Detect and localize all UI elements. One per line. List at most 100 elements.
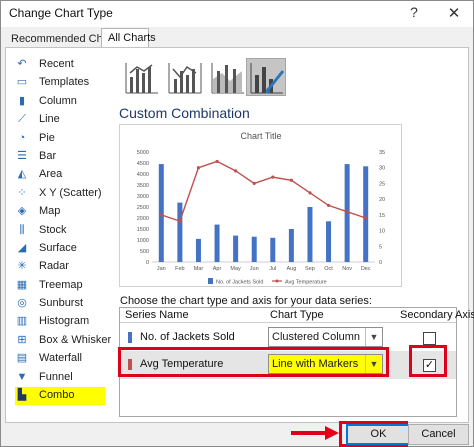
chart-title: Chart Title [240,131,281,141]
y-left-tick-label: 2000 [137,216,149,222]
sidebar-item-histogram[interactable]: ▥ Histogram [11,313,107,331]
sidebar-item-label: Area [39,168,63,181]
area-chart-icon: ◭ [17,168,27,181]
pie-chart-icon: ◔ [18,131,26,144]
sidebar-item-bar[interactable]: ☰ Bar [11,148,107,166]
annotation-row-highlight [118,347,389,377]
sidebar-item-label: Recent [39,58,74,70]
sidebar-item-funnel[interactable]: ▼ Funnel [11,369,107,387]
chart-type-value: Clustered Column [272,331,361,343]
subtype-stacked-area-column[interactable] [207,58,247,96]
bar-jackets-apr [214,224,220,262]
y-left-tick-label: 3000 [137,194,149,200]
sidebar-item-templates[interactable]: ▭ Templates [11,74,107,92]
sidebar-item-label: Bar [39,149,57,162]
chevron-down-icon[interactable]: ▼ [365,328,382,346]
sidebar-item-label: Combo [39,389,75,402]
y-left-tick-label: 3500 [137,183,149,189]
sidebar-item-label: Line [39,113,60,126]
point-temperature-sep [308,191,312,195]
stock-chart-icon: ⫼ [19,223,25,236]
x-tick-label: Mar [194,266,204,272]
y-right-tick-label: 25 [379,181,385,187]
scatter-chart-icon: ⁘ [17,186,27,199]
title-bar: Change Chart Type ? ✕ [1,1,473,27]
help-button[interactable]: ? [403,4,425,24]
subtype-column-line-secondary[interactable] [164,58,204,96]
dialog-title: Change Chart Type [9,6,113,20]
point-temperature-may [234,169,238,173]
point-temperature-jun [252,181,256,186]
point-temperature-apr [215,159,219,164]
secondary-axis-checkbox-jackets[interactable] [423,332,436,345]
x-tick-label: May [230,266,241,272]
combo-subtype-2-icon [168,63,202,94]
sidebar-item-label: Surface [39,241,77,254]
series-name-jackets: No. of Jackets Sold [140,331,235,343]
radar-chart-icon: ✳ [17,260,27,273]
chart-category-list: ↶ Recent ▭ Templates ▮ Column ⟋ Line ◔ Pie ☰ Bar ◭ Ar… [11,56,111,406]
sidebar-item-label: Radar [39,260,69,273]
sidebar-item-treemap[interactable]: ▦ Treemap [11,277,107,295]
subtype-clustered-column-line[interactable] [121,58,161,96]
sidebar-item-stock[interactable]: ⫼ Stock [11,222,107,240]
bar-jackets-feb [177,202,183,262]
y-right-tick-label: 35 [379,150,385,156]
legend-label-jackets: No. of Jackets Sold [216,280,263,286]
sidebar-item-combo[interactable]: ▙ Combo [15,387,105,406]
y-left-tick-label: 2500 [137,205,149,211]
subtype-custom-combination[interactable] [246,58,286,96]
close-button[interactable]: ✕ [441,4,467,24]
y-right-tick-label: 20 [379,197,385,203]
point-temperature-mar [196,166,201,170]
sidebar-item-radar[interactable]: ✳ Radar [11,258,107,276]
sidebar-item-label: Waterfall [39,352,82,365]
series-color-swatch [128,332,132,343]
y-left-tick-label: 1000 [137,238,149,244]
box-whisker-chart-icon: ⊞ [17,333,27,346]
sidebar-item-area[interactable]: ◭ Area [11,166,107,184]
sidebar-item-waterfall[interactable]: ▤ Waterfall [11,350,107,368]
y-left-tick-label: 4000 [137,172,149,178]
bar-jackets-dec [363,166,369,262]
sidebar-item-label: Column [39,94,77,107]
tab-all-charts[interactable]: All Charts [101,28,156,48]
bar-jackets-sep [307,207,313,262]
sidebar-item-pie[interactable]: ◔ Pie [11,130,107,148]
sidebar-item-x-y-scatter[interactable]: ⁘ X Y (Scatter) [11,185,107,203]
combo-subtype-1-icon [125,63,158,94]
y-right-tick-label: 30 [379,166,385,172]
sidebar-item-line[interactable]: ⟋ Line [11,111,107,129]
sidebar-item-box-whisker[interactable]: ⊞ Box & Whisker [11,332,111,350]
y-right-tick-label: 10 [379,229,385,235]
map-chart-icon: ◈ [17,205,27,218]
sunburst-chart-icon: ◎ [17,297,27,310]
sidebar-item-label: Pie [39,131,55,144]
header-secondary-axis: Secondary Axis [400,309,474,321]
waterfall-chart-icon: ▤ [16,352,28,365]
sidebar-item-recent[interactable]: ↶ Recent [11,56,107,74]
series-prompt: Choose the chart type and axis for your … [120,295,372,307]
chart-type-dropdown-jackets[interactable]: Clustered Column ▼ [268,327,383,347]
sidebar-item-column[interactable]: ▮ Column [11,93,107,111]
x-tick-label: Aug [286,266,296,272]
combo-subtype-3-icon [211,63,244,94]
sidebar-item-surface[interactable]: ◢ Surface [11,240,107,258]
recent-icon: ↶ [17,58,27,70]
cancel-button[interactable]: Cancel [408,424,469,445]
tab-recommended-charts[interactable]: Recommended Charts [5,30,121,48]
templates-icon: ▭ [16,76,28,89]
treemap-chart-icon: ▦ [16,278,28,291]
ok-button[interactable]: OK [346,424,411,445]
point-temperature-nov [345,210,349,214]
annotation-arrow-icon [291,426,339,440]
header-series-name: Series Name [125,309,189,321]
y-left-tick-label: 1500 [137,227,149,233]
annotation-checkbox-highlight [409,345,447,377]
sidebar-item-map[interactable]: ◈ Map [11,203,107,221]
sidebar-item-label: Funnel [39,370,73,383]
bar-chart-icon: ☰ [17,149,27,162]
sidebar-item-sunburst[interactable]: ◎ Sunburst [11,295,107,313]
combo-chart-icon: ▙ [17,389,27,402]
x-tick-label: Jan [157,266,166,272]
